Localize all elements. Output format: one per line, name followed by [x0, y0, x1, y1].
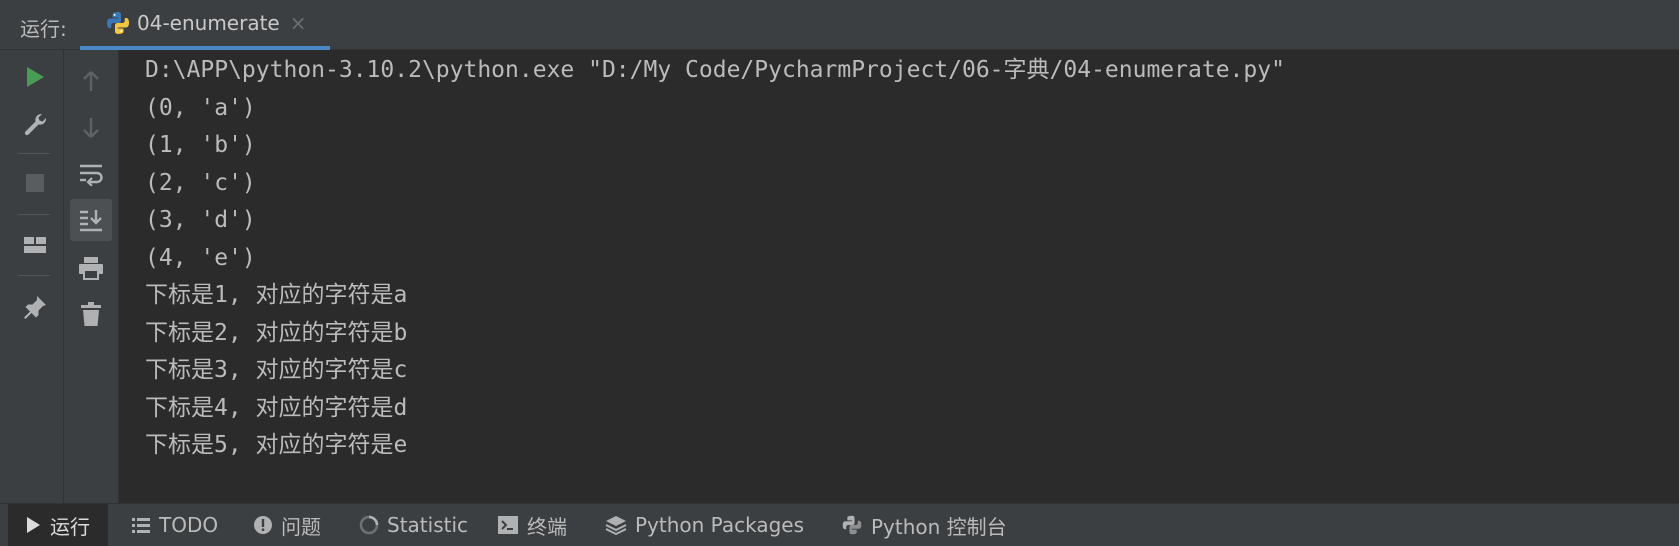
console-line: (4, 'e')	[145, 244, 256, 271]
toolbar-separator	[18, 153, 50, 154]
console-line: 下标是3, 对应的字符是c	[145, 357, 408, 383]
console-line: (0, 'a')	[145, 94, 256, 121]
print-icon[interactable]	[70, 247, 112, 289]
toolbar-separator	[18, 275, 50, 276]
run-label: 运行:	[20, 17, 67, 41]
trash-icon[interactable]	[70, 293, 112, 335]
tab-04-enumerate[interactable]: 04-enumerate ×	[80, 0, 330, 50]
soft-wrap-icon[interactable]	[70, 153, 112, 195]
arrow-up-icon[interactable]	[70, 60, 112, 102]
tab-run[interactable]: 运行	[8, 504, 108, 546]
tool-window-bar: 运行 TODO 问题 Statistic 终端 Python Packages …	[0, 503, 1679, 546]
tab-label: 运行	[50, 514, 90, 539]
console-line: (3, 'd')	[145, 207, 256, 233]
play-icon	[27, 517, 40, 533]
console-line: 下标是4, 对应的字符是d	[145, 394, 408, 421]
console-line: 下标是5, 对应的字符是e	[145, 432, 408, 458]
stop-icon[interactable]	[14, 162, 56, 204]
arrow-down-icon[interactable]	[70, 107, 112, 149]
tab-label: Python 控制台	[871, 514, 1007, 539]
toolbar-separator	[18, 214, 50, 215]
python-file-icon	[105, 10, 131, 36]
list-icon	[132, 518, 150, 533]
tab-python-console[interactable]: Python 控制台	[841, 504, 1007, 546]
console-line: 下标是1, 对应的字符是a	[145, 282, 408, 308]
tab-python-packages[interactable]: Python Packages	[605, 504, 804, 546]
layout-icon[interactable]	[14, 224, 56, 266]
tab-label: Statistic	[387, 513, 469, 537]
run-icon[interactable]	[14, 56, 56, 98]
wrench-icon[interactable]	[14, 103, 56, 145]
run-actions-toolbar	[0, 50, 64, 503]
tab-label: Python Packages	[635, 513, 805, 537]
tab-todo[interactable]: TODO	[131, 504, 218, 546]
tab-title: 04-enumerate	[137, 11, 280, 35]
tab-statistic[interactable]: Statistic	[359, 504, 468, 546]
console-line: D:\APP\python-3.10.2\python.exe "D:/My C…	[145, 57, 1285, 83]
run-tool-window-header: 运行: 04-enumerate ×	[0, 0, 1679, 50]
console-line: (2, 'c')	[145, 169, 256, 196]
pin-icon[interactable]	[14, 286, 56, 328]
tab-label: TODO	[159, 513, 219, 537]
terminal-icon	[498, 516, 518, 534]
statistic-icon	[359, 515, 379, 535]
tab-label: 终端	[527, 514, 567, 539]
tab-label: 问题	[281, 514, 321, 539]
close-icon[interactable]: ×	[290, 11, 307, 35]
console-line: 下标是2, 对应的字符是b	[145, 319, 408, 346]
console-actions-toolbar	[64, 50, 119, 503]
info-icon	[254, 516, 272, 534]
console-line: (1, 'b')	[145, 132, 256, 158]
python-console-icon	[842, 515, 862, 535]
tab-problems[interactable]: 问题	[253, 504, 321, 546]
scroll-to-end-icon[interactable]	[70, 199, 112, 241]
console-output[interactable]: D:\APP\python-3.10.2\python.exe "D:/My C…	[145, 52, 1665, 465]
layers-icon	[605, 516, 627, 536]
tab-terminal[interactable]: 终端	[497, 504, 567, 546]
